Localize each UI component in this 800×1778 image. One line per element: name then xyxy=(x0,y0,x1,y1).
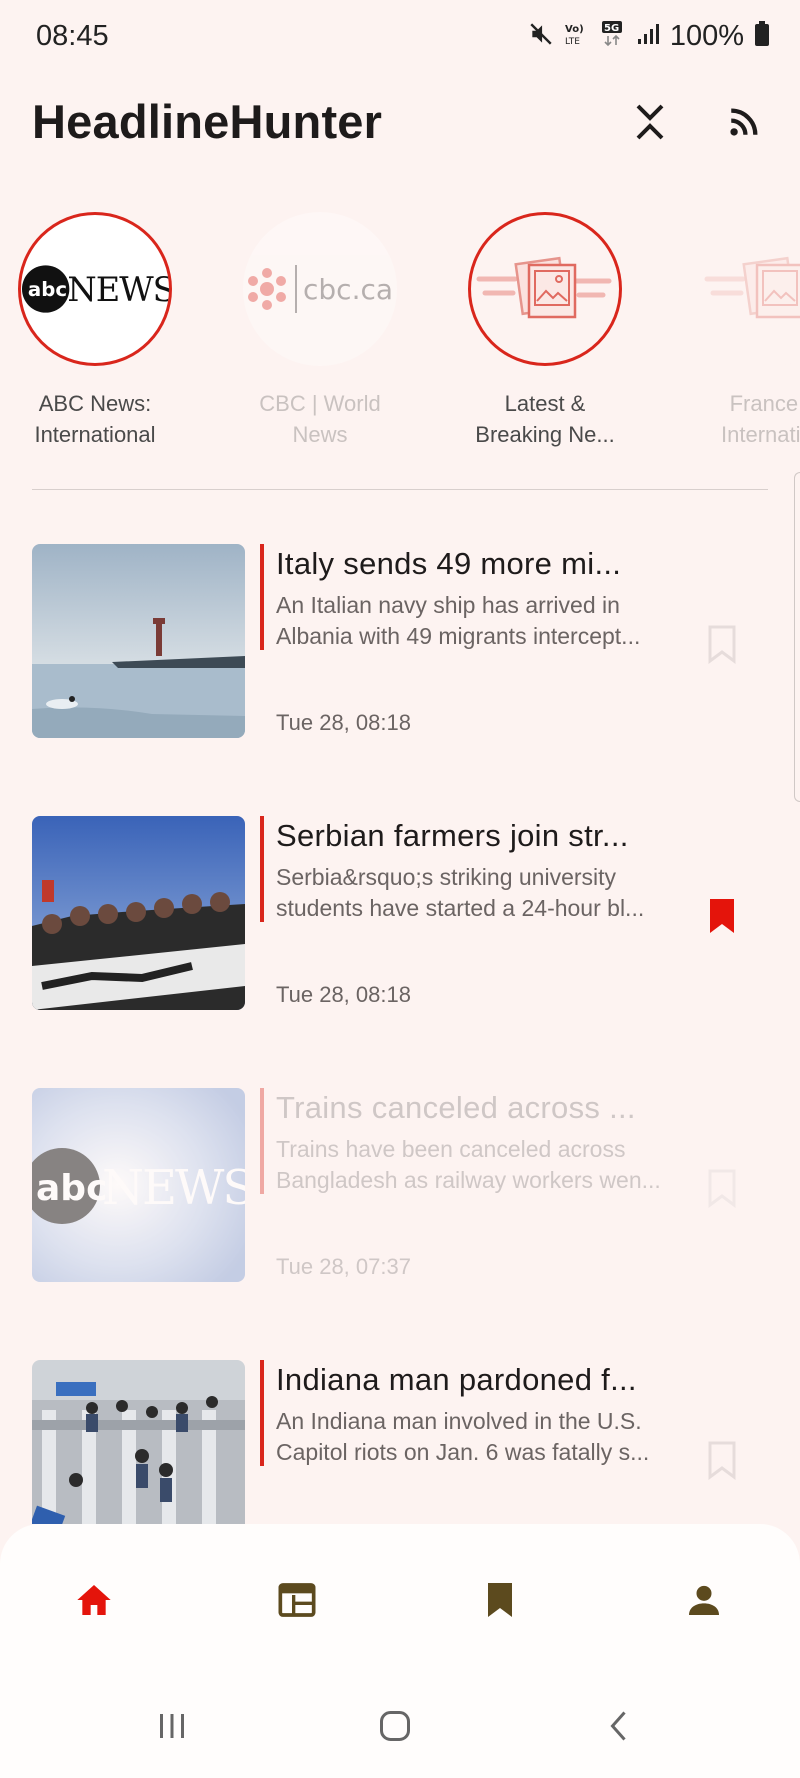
article-thumbnail: abc NEWS xyxy=(32,1088,245,1282)
recent-apps-button[interactable] xyxy=(150,1704,194,1748)
article-list[interactable]: Italy sends 49 more mi... An Italian nav… xyxy=(0,544,800,1524)
article-thumbnail xyxy=(32,544,245,738)
article-card[interactable]: Indiana man pardoned f... An Indiana man… xyxy=(0,1360,800,1524)
svg-text:5G: 5G xyxy=(604,23,619,34)
feed-icon xyxy=(278,1583,316,1617)
home-icon xyxy=(77,1585,111,1615)
source-logo xyxy=(696,212,800,366)
profile-icon xyxy=(689,1585,719,1615)
article-accent-bar xyxy=(260,1088,264,1194)
recent-apps-icon xyxy=(160,1714,184,1738)
app-title: HeadlineHunter xyxy=(32,95,383,148)
svg-text:NEWS: NEWS xyxy=(102,1160,245,1216)
bookmark-outline-icon xyxy=(708,625,736,664)
nav-feed[interactable] xyxy=(275,1578,319,1622)
image-placeholder-icon xyxy=(476,256,612,319)
article-summary: Serbia&rsquo;s striking university stude… xyxy=(276,864,645,921)
source-latest-breaking[interactable]: Latest & Breaking Ne... xyxy=(450,212,640,450)
bookmark-toggle[interactable] xyxy=(706,896,738,936)
cbc-logo: cbc.ca xyxy=(248,265,393,313)
system-navigation xyxy=(0,1664,800,1778)
article-date: Tue 28, 07:37 xyxy=(276,1254,411,1279)
status-bar: 08:45 Vo) LTE 5G 100% xyxy=(0,0,800,72)
article-summary: Trains have been canceled across Banglad… xyxy=(276,1136,661,1193)
source-label: France 2 Internation xyxy=(721,391,800,447)
article-headline: Italy sends 49 more mi... xyxy=(276,546,622,581)
source-logo: cbc.ca xyxy=(243,212,397,366)
source-logo xyxy=(468,212,622,366)
signal-icon xyxy=(636,22,660,51)
source-label: Latest & Breaking Ne... xyxy=(475,391,615,447)
collapse-icon xyxy=(636,104,664,140)
volte-icon: Vo) LTE xyxy=(564,21,590,52)
bookmark-filled-icon xyxy=(710,899,734,933)
article-summary: An Italian navy ship has arrived in Alba… xyxy=(276,592,641,649)
svg-text:abc: abc xyxy=(28,278,67,301)
divider xyxy=(32,489,768,490)
rss-icon xyxy=(730,108,758,136)
article-date: Tue 28, 08:18 xyxy=(276,710,411,735)
bookmark-toggle[interactable] xyxy=(706,1168,738,1208)
article-card[interactable]: abc NEWS Trains canceled across ... Trai… xyxy=(0,1088,800,1288)
article-summary: An Indiana man involved in the U.S. Capi… xyxy=(276,1408,650,1465)
svg-text:Vo): Vo) xyxy=(565,24,584,35)
article-thumbnail xyxy=(32,816,245,1010)
bookmark-toggle[interactable] xyxy=(706,1440,738,1480)
rss-button[interactable] xyxy=(718,96,770,148)
bottom-navigation xyxy=(0,1524,800,1664)
nav-home[interactable] xyxy=(72,1578,116,1622)
article-accent-bar xyxy=(260,816,264,922)
svg-text:cbc.ca: cbc.ca xyxy=(303,273,393,306)
bookmark-outline-icon xyxy=(708,1169,736,1208)
bookmark-outline-icon xyxy=(708,1441,736,1480)
source-logo: abc NEWS xyxy=(18,212,172,366)
article-headline: Serbian farmers join str... xyxy=(276,818,629,853)
image-placeholder-icon xyxy=(704,256,800,319)
source-france-24[interactable]: France 2 Internation xyxy=(678,212,800,450)
bookmark-toggle[interactable] xyxy=(706,624,738,664)
status-time: 08:45 xyxy=(36,20,109,52)
app-bar: HeadlineHunter xyxy=(0,90,800,152)
source-cbc[interactable]: cbc.ca CBC | World News xyxy=(225,212,415,450)
svg-text:NEWS: NEWS xyxy=(67,270,169,309)
5g-icon: 5G xyxy=(600,20,626,53)
svg-text:LTE: LTE xyxy=(565,37,580,47)
sources-carousel[interactable]: abc NEWS ABC News: International cbc.ca … xyxy=(0,212,800,452)
home-circle-icon xyxy=(380,1711,410,1741)
article-card[interactable]: Serbian farmers join str... Serbia&rsquo… xyxy=(0,816,800,1016)
mute-icon xyxy=(528,21,554,52)
back-button[interactable] xyxy=(598,1704,642,1748)
article-headline: Indiana man pardoned f... xyxy=(276,1362,637,1397)
source-label: CBC | World News xyxy=(259,391,381,447)
article-card[interactable]: Italy sends 49 more mi... An Italian nav… xyxy=(0,544,800,744)
svg-text:abc: abc xyxy=(36,1168,107,1209)
battery-icon xyxy=(754,21,770,52)
article-accent-bar xyxy=(260,1360,264,1466)
article-accent-bar xyxy=(260,544,264,650)
source-abc-news[interactable]: abc NEWS ABC News: International xyxy=(0,212,190,450)
status-icons: Vo) LTE 5G 100% xyxy=(528,20,770,53)
article-thumbnail xyxy=(32,1360,245,1524)
source-label: ABC News: International xyxy=(34,391,156,447)
nav-bookmarks[interactable] xyxy=(478,1578,522,1622)
battery-percent: 100% xyxy=(669,20,744,52)
home-button[interactable] xyxy=(373,1704,417,1748)
article-date: Tue 28, 08:18 xyxy=(276,982,411,1007)
article-headline: Trains canceled across ... xyxy=(276,1090,636,1125)
abc-news-logo: abc NEWS xyxy=(21,265,169,313)
nav-profile[interactable] xyxy=(682,1578,726,1622)
bookmark-icon xyxy=(488,1583,512,1617)
collapse-button[interactable] xyxy=(624,96,676,148)
back-icon xyxy=(610,1711,626,1741)
